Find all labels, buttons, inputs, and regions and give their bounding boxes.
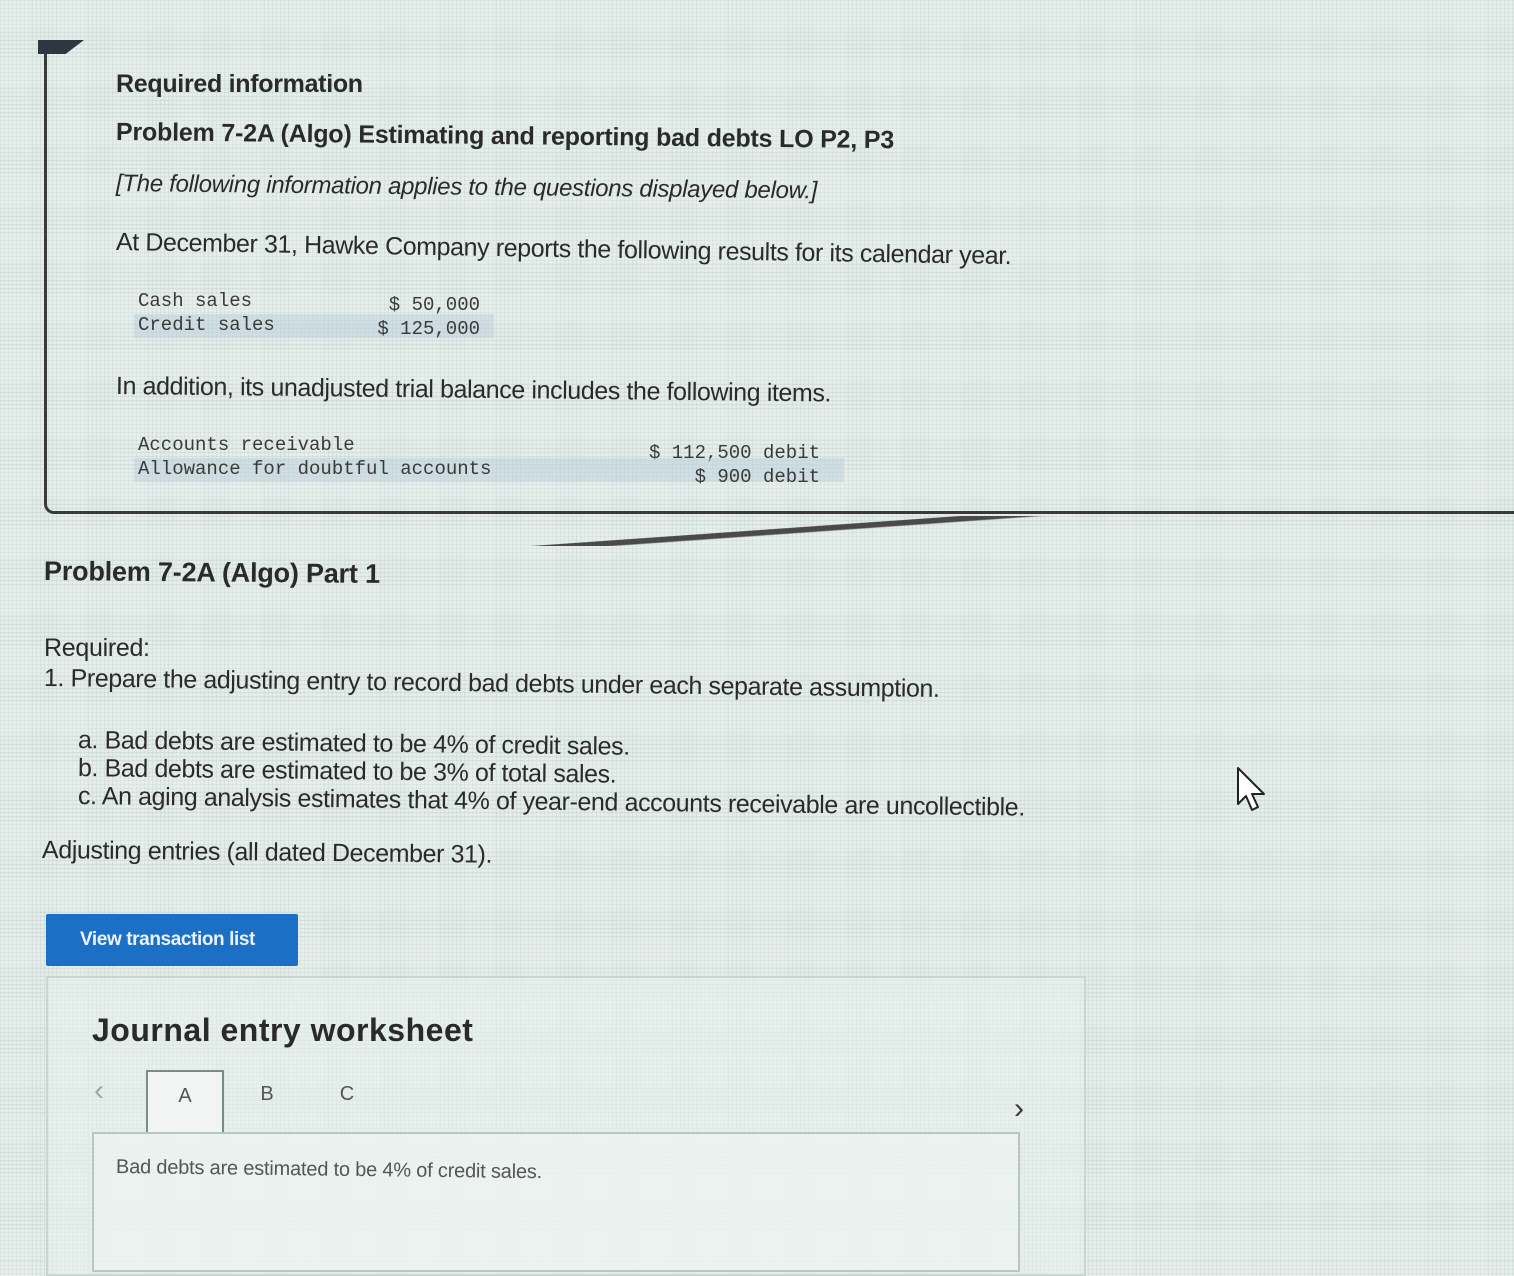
step-1-text: 1. Prepare the adjusting entry to record…	[43, 664, 940, 703]
tab-b[interactable]: B	[228, 1070, 306, 1132]
sales-label: Credit sales	[138, 314, 275, 336]
view-transaction-list-button[interactable]: View transaction list	[46, 914, 298, 966]
chevron-right-icon[interactable]: ›	[1014, 1092, 1024, 1126]
mouse-cursor-icon	[1234, 766, 1268, 817]
trial-label: Accounts receivable	[138, 434, 355, 456]
sales-value: $ 50,000	[388, 294, 480, 316]
trial-row-allowance: Allowance for doubtful accounts $ 900 de…	[134, 458, 844, 488]
entry-panel	[92, 1132, 1020, 1272]
section-divider	[44, 516, 1514, 546]
chevron-left-icon[interactable]: ‹	[94, 1074, 104, 1108]
part-title: Problem 7-2A (Algo) Part 1	[43, 556, 380, 589]
adjusting-entries-note: Adjusting entries (all dated December 31…	[41, 836, 493, 869]
trial-label: Allowance for doubtful accounts	[138, 458, 492, 480]
tab-c[interactable]: C	[308, 1070, 386, 1132]
required-information-heading: Required information	[116, 70, 363, 98]
trial-value: $ 900 debit	[694, 466, 820, 488]
tab-a[interactable]: A	[146, 1070, 224, 1132]
sales-row-cash: Cash sales $ 50,000	[134, 290, 494, 316]
required-label: Required:	[44, 634, 150, 662]
sales-label: Cash sales	[138, 290, 253, 312]
worksheet-title: Journal entry worksheet	[92, 1012, 474, 1048]
sales-row-credit: Credit sales $ 125,000	[134, 314, 494, 340]
sales-value: $ 125,000	[377, 318, 480, 340]
trial-row-accounts-receivable: Accounts receivable $ 112,500 debit	[134, 434, 844, 464]
assumption-c: c. An aging analysis estimates that 4% o…	[77, 782, 1026, 822]
